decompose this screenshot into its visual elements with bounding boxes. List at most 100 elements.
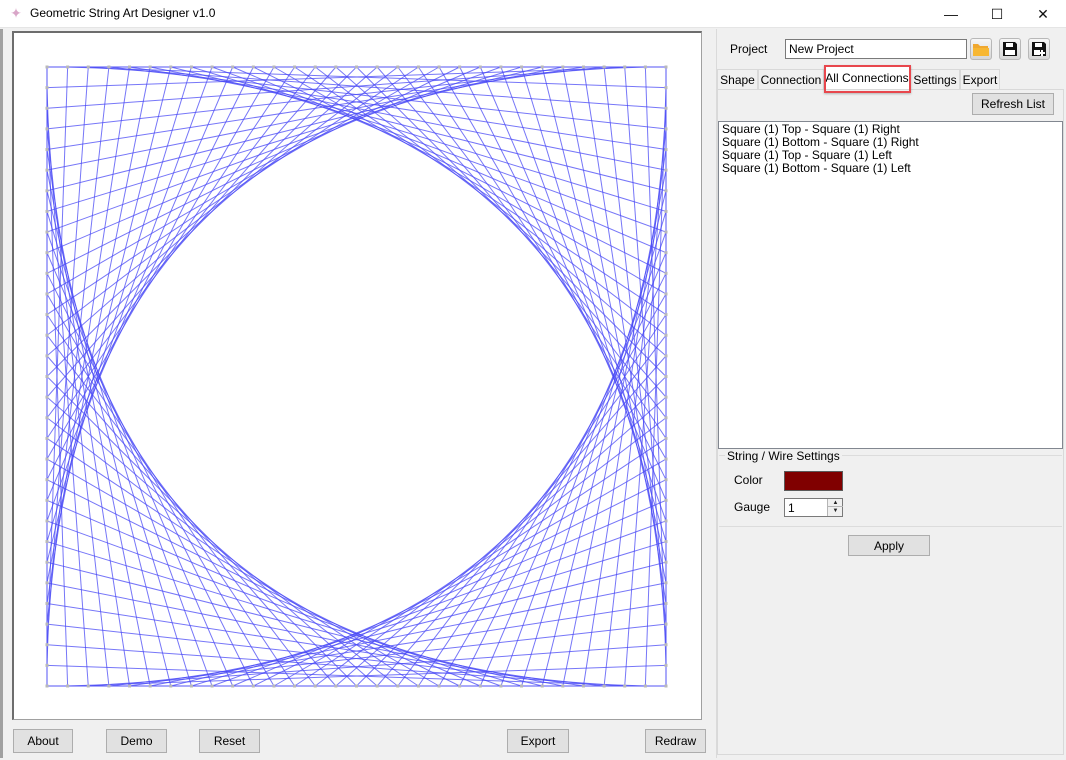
maximize-button[interactable]: ☐ xyxy=(974,0,1020,28)
pin xyxy=(664,416,668,420)
folder-open-icon xyxy=(973,44,989,56)
spin-down-icon[interactable]: ▼ xyxy=(828,507,843,515)
pin xyxy=(664,354,668,358)
connections-list[interactable]: Square (1) Top - Square (1) Right Square… xyxy=(718,121,1063,449)
pin xyxy=(623,684,627,688)
pin xyxy=(334,65,338,69)
string-line xyxy=(459,273,667,687)
pin xyxy=(561,684,565,688)
pin xyxy=(45,684,49,688)
tab-shape[interactable]: Shape xyxy=(717,69,758,89)
spin-up-icon[interactable]: ▲ xyxy=(828,499,843,507)
string-line xyxy=(46,334,316,687)
pin xyxy=(86,65,90,69)
pin xyxy=(437,684,441,688)
pin xyxy=(128,65,132,69)
pin xyxy=(664,540,668,544)
pin xyxy=(664,560,668,564)
pin xyxy=(45,271,49,275)
about-button[interactable]: About xyxy=(13,729,73,753)
pin xyxy=(45,643,49,647)
pin xyxy=(664,189,668,193)
pin xyxy=(66,65,70,69)
pin xyxy=(561,65,565,69)
string-line xyxy=(479,66,667,501)
pin xyxy=(664,209,668,213)
pin xyxy=(540,684,544,688)
pin xyxy=(45,498,49,502)
gauge-value[interactable]: 1 xyxy=(788,501,795,515)
tab-export[interactable]: Export xyxy=(960,69,1000,89)
pin xyxy=(45,436,49,440)
save-project-button[interactable] xyxy=(999,38,1021,60)
pin xyxy=(45,581,49,585)
pin xyxy=(664,395,668,399)
pin xyxy=(643,684,647,688)
pin xyxy=(458,65,462,69)
wire-settings-group: String / Wire Settings xyxy=(719,449,1062,527)
pin xyxy=(396,684,400,688)
pin xyxy=(148,65,152,69)
pin xyxy=(664,65,668,69)
pin xyxy=(396,65,400,69)
tab-all-connections[interactable]: All Connections xyxy=(824,66,910,89)
list-item[interactable]: Square (1) Bottom - Square (1) Left xyxy=(722,162,1059,175)
save-as-project-button[interactable] xyxy=(1028,38,1050,60)
gauge-stepper[interactable]: 1 ▲ ▼ xyxy=(784,498,843,517)
pin xyxy=(45,209,49,213)
pin xyxy=(45,601,49,605)
string-line xyxy=(46,66,254,480)
pin xyxy=(581,684,585,688)
pin xyxy=(602,65,606,69)
color-picker-button[interactable] xyxy=(784,471,843,491)
pin xyxy=(664,106,668,110)
pin xyxy=(251,65,255,69)
string-line xyxy=(438,293,667,687)
pin xyxy=(499,684,503,688)
pin xyxy=(210,65,214,69)
redraw-button[interactable]: Redraw xyxy=(645,729,706,753)
drawing-canvas[interactable] xyxy=(12,31,702,720)
pin xyxy=(458,684,462,688)
pin xyxy=(45,127,49,131)
pin xyxy=(355,684,358,688)
string-line xyxy=(624,66,667,645)
pin xyxy=(375,65,379,69)
export-button[interactable]: Export xyxy=(507,729,569,753)
pin xyxy=(581,65,585,69)
project-name-input[interactable]: New Project xyxy=(785,39,967,59)
pin xyxy=(664,230,668,234)
tab-settings[interactable]: Settings xyxy=(910,69,960,89)
string-line xyxy=(356,376,667,687)
pin xyxy=(45,395,49,399)
refresh-list-button[interactable]: Refresh List xyxy=(972,93,1054,115)
apply-button[interactable]: Apply xyxy=(848,535,930,556)
pin xyxy=(540,65,544,69)
string-line xyxy=(624,108,667,687)
pin xyxy=(520,684,524,688)
pin xyxy=(664,375,668,378)
pin xyxy=(623,65,627,69)
tab-connection[interactable]: Connection xyxy=(758,69,824,89)
pin xyxy=(45,148,49,152)
pin xyxy=(664,271,668,275)
pin xyxy=(478,65,482,69)
demo-button[interactable]: Demo xyxy=(106,729,167,753)
close-button[interactable]: ✕ xyxy=(1020,0,1066,28)
connection-top-left xyxy=(46,66,666,686)
connection-top-right xyxy=(47,66,667,686)
pin xyxy=(416,684,420,688)
reset-button[interactable]: Reset xyxy=(199,729,260,753)
pin xyxy=(45,457,49,461)
pin xyxy=(664,86,668,90)
pin xyxy=(664,643,668,647)
string-line xyxy=(46,252,234,687)
gauge-spin-buttons: ▲ ▼ xyxy=(827,499,843,516)
string-line xyxy=(46,66,357,377)
save-as-icon xyxy=(1032,42,1046,56)
open-project-button[interactable] xyxy=(970,38,992,60)
pin xyxy=(355,65,358,69)
connection-bottom-left xyxy=(46,67,666,687)
pin xyxy=(272,684,276,688)
minimize-button[interactable]: — xyxy=(928,0,974,28)
